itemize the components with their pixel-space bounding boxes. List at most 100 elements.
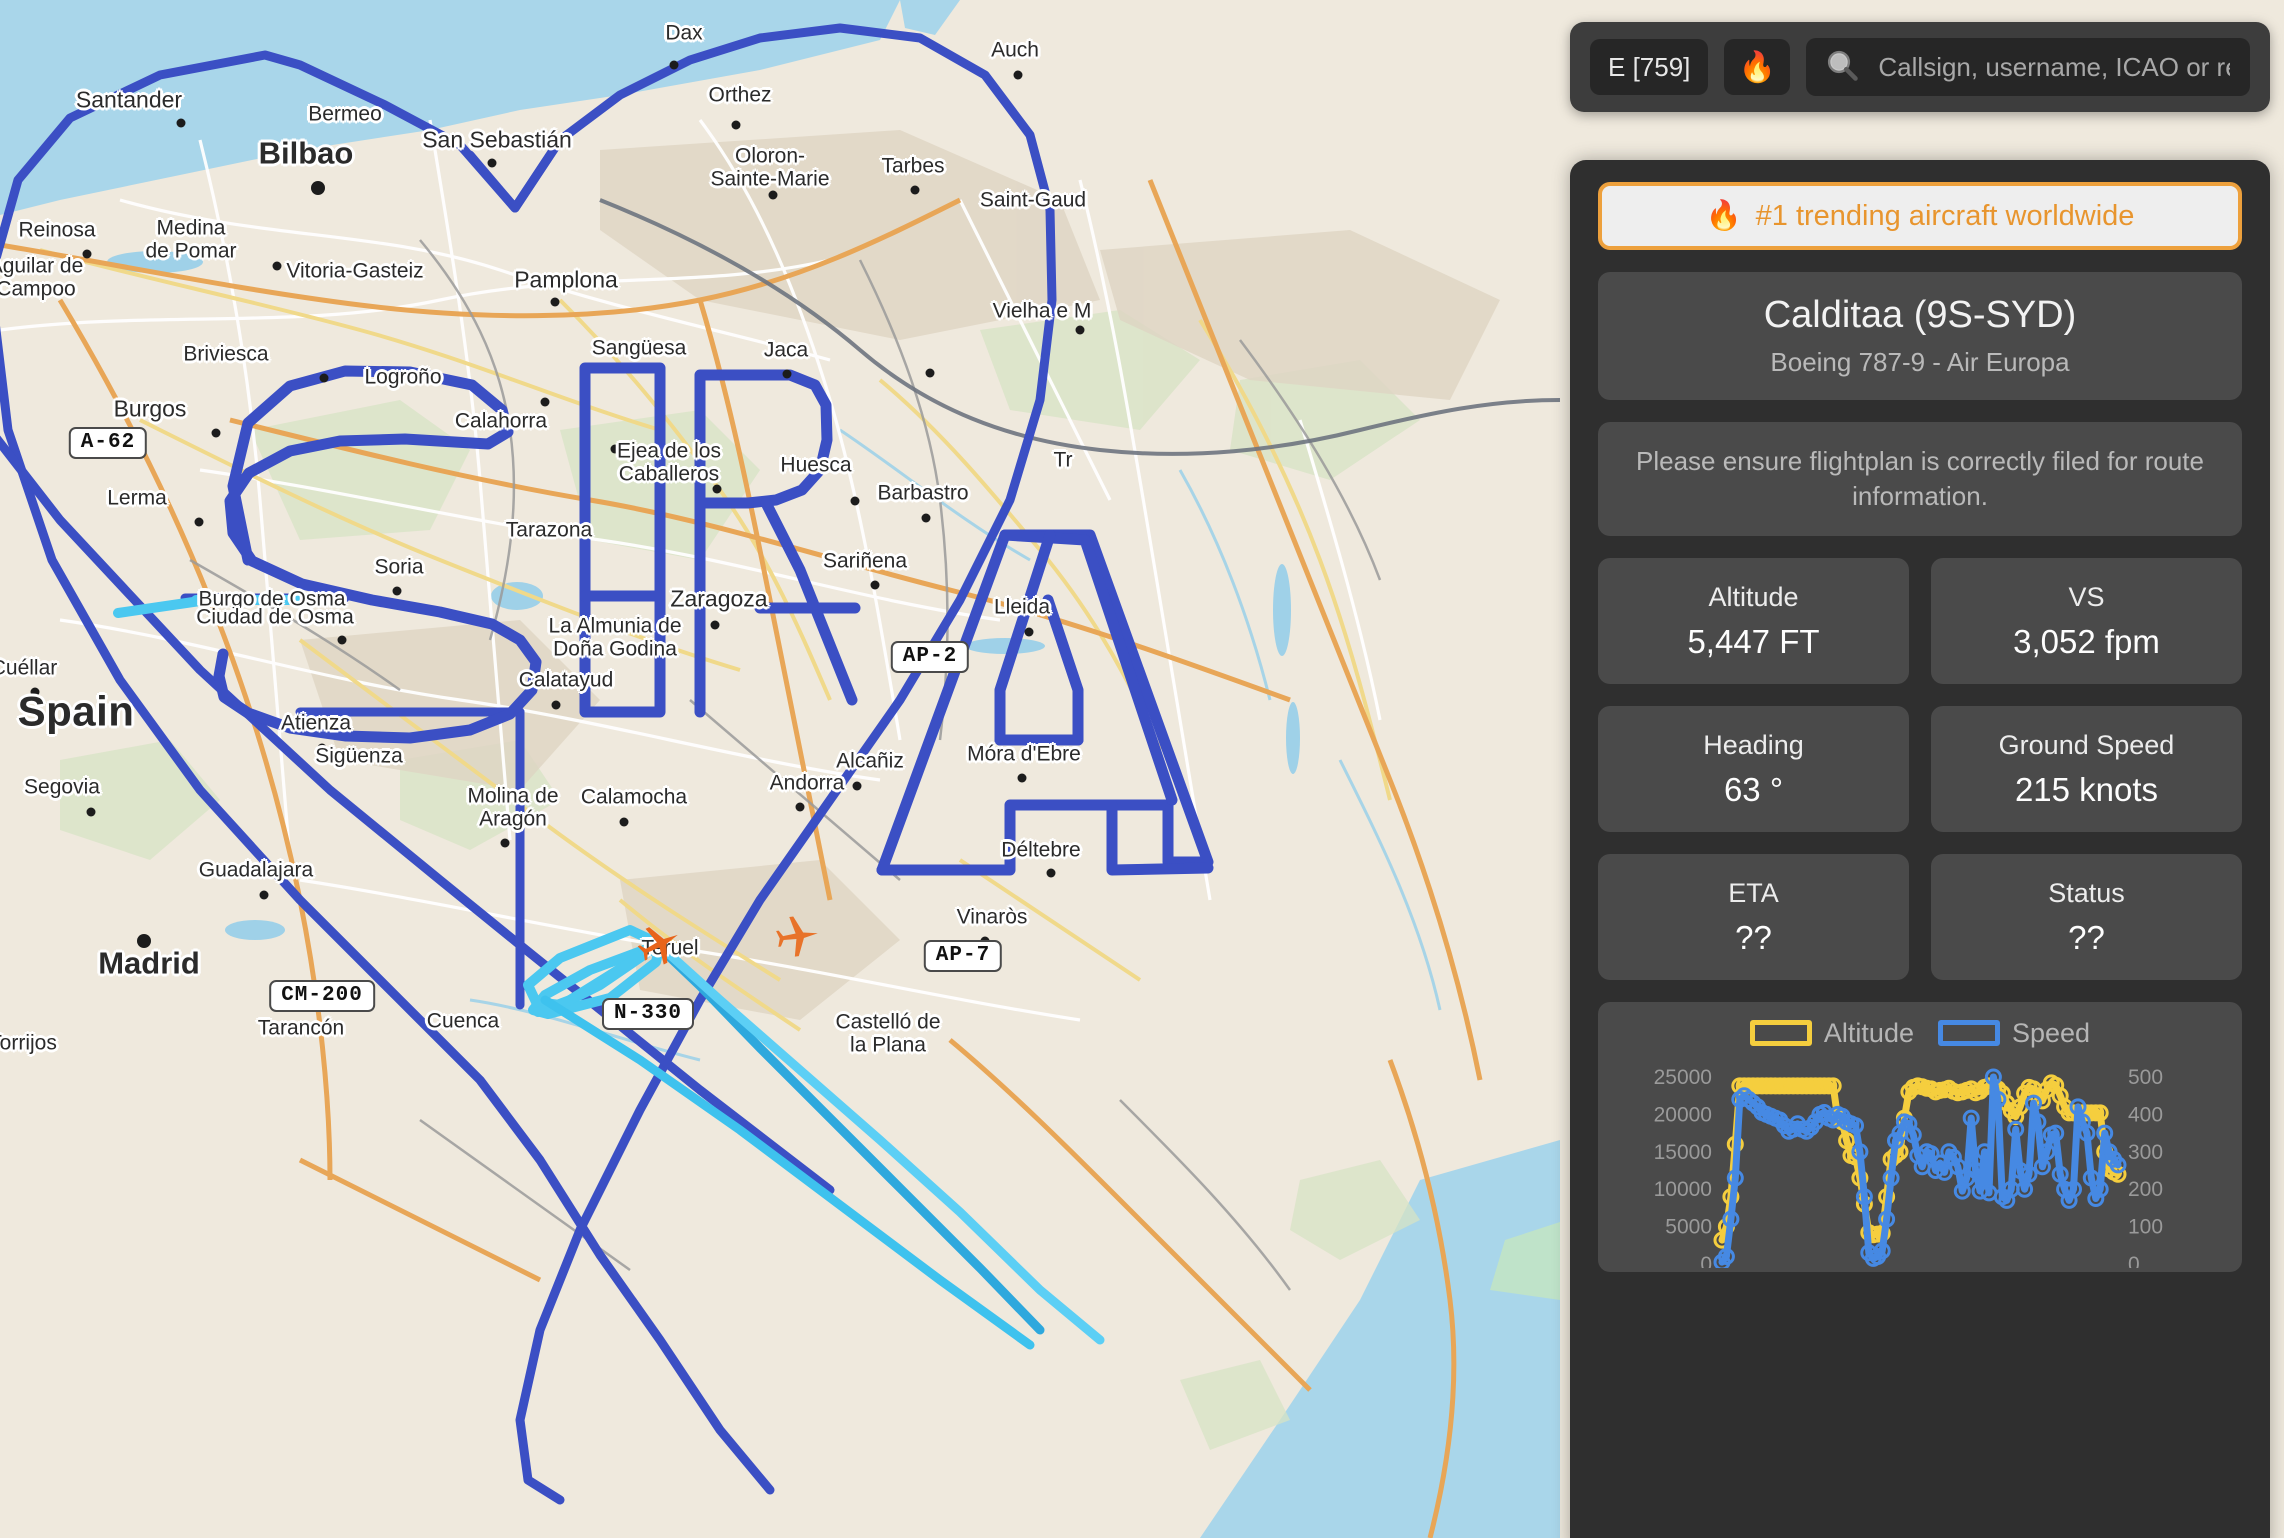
svg-text:25000: 25000	[1654, 1066, 1712, 1089]
stat-ground-speed: Ground Speed 215 knots	[1931, 706, 2242, 833]
city-dot	[550, 297, 560, 307]
city-dot	[540, 397, 550, 407]
stat-label: Altitude	[1708, 581, 1799, 612]
chart-legend: Altitude Speed	[1604, 1012, 2236, 1054]
city-dot	[610, 444, 620, 454]
svg-text:20000: 20000	[1654, 1104, 1712, 1127]
stat-label: Heading	[1703, 729, 1804, 760]
road-shield: A-62	[68, 427, 148, 459]
city-dot	[795, 802, 805, 812]
stat-label: Status	[2048, 877, 2125, 908]
stat-value: 215 knots	[2014, 770, 2159, 808]
stat-altitude: Altitude 5,447 FT	[1598, 558, 1909, 685]
legend-swatch-altitude	[1749, 1020, 1812, 1047]
city-dot	[272, 261, 282, 271]
city-dot	[176, 118, 186, 128]
city-dot	[1017, 773, 1027, 783]
city-dot	[710, 620, 720, 630]
stat-label: VS	[2068, 581, 2105, 612]
svg-text:400: 400	[2128, 1104, 2163, 1127]
city-dot	[910, 185, 920, 195]
city-dot	[1046, 868, 1056, 878]
road-shield: N-330	[601, 998, 695, 1030]
legend-label-altitude: Altitude	[1823, 1017, 1914, 1048]
altitude-speed-chart-card: Altitude Speed 0 5000 10000 15000 20000 25000…	[1598, 1002, 2242, 1273]
city-dot	[500, 838, 510, 848]
svg-text:0: 0	[2128, 1253, 2140, 1268]
city-dot	[768, 190, 778, 200]
stat-label: ETA	[1728, 877, 1779, 908]
stat-status: Status ??	[1931, 854, 2242, 981]
stat-eta: ETA ??	[1598, 854, 1909, 981]
city-dot	[850, 496, 860, 506]
svg-text:300: 300	[2128, 1141, 2163, 1164]
svg-text:200: 200	[2128, 1178, 2163, 1201]
legend-swatch-speed	[1937, 1020, 2000, 1047]
elevation-button[interactable]: E [759]	[1590, 39, 1709, 95]
stat-value: ??	[1735, 918, 1772, 956]
city-dot	[211, 428, 221, 438]
legend-label-speed: Speed	[2011, 1017, 2091, 1048]
city-dot	[1013, 70, 1023, 80]
aircraft-identity-card: Calditaa (9S-SYD) Boeing 787-9 - Air Eur…	[1598, 272, 2242, 400]
aircraft-name: Calditaa (9S-SYD)	[1763, 294, 2077, 336]
city-dot	[712, 484, 722, 494]
aircraft-info-panel: 🔥 #1 trending aircraft worldwide Caldita…	[1570, 160, 2270, 1538]
city-dot	[194, 517, 204, 527]
city-dot	[311, 181, 325, 195]
magnifier-icon	[1824, 47, 1860, 88]
city-dot	[259, 890, 269, 900]
legend-item-altitude[interactable]: Altitude	[1749, 1017, 1914, 1049]
stat-vs: VS 3,052 fpm	[1931, 558, 2242, 685]
svg-text:5000: 5000	[1665, 1216, 1712, 1239]
road-shield: AP-7	[923, 940, 1003, 972]
stat-label: Ground Speed	[1998, 729, 2175, 760]
flightplan-notice-card: Please ensure flightplan is correctly fi…	[1598, 422, 2242, 537]
svg-text:500: 500	[2128, 1066, 2163, 1089]
fire-icon[interactable]: 🔥	[1724, 39, 1791, 95]
city-dot	[551, 700, 561, 710]
city-dot	[317, 743, 327, 753]
city-dot	[619, 817, 629, 827]
city-dot	[731, 120, 741, 130]
stat-value: ??	[2068, 918, 2105, 956]
trending-banner[interactable]: 🔥 #1 trending aircraft worldwide	[1598, 182, 2242, 250]
chart-plot-area[interactable]: 0 5000 10000 15000 20000 25000 0 100 200 300 400 50…	[1604, 1054, 2236, 1269]
stat-value: 5,447 FT	[1687, 622, 1820, 660]
city-dot	[82, 249, 92, 259]
city-dot	[30, 687, 40, 697]
city-dot	[1075, 325, 1085, 335]
top-search-bar: E [759] 🔥	[1570, 22, 2270, 112]
stat-value: 3,052 fpm	[2013, 622, 2160, 660]
svg-text:10000: 10000	[1654, 1178, 1712, 1201]
city-dot	[1024, 627, 1034, 637]
fire-icon: 🔥	[1705, 200, 1742, 232]
city-dot	[921, 513, 931, 523]
search-input[interactable]	[1876, 50, 2232, 84]
city-dot	[337, 635, 347, 645]
city-dot	[319, 373, 329, 383]
legend-item-speed[interactable]: Speed	[1937, 1017, 2091, 1049]
city-dot	[925, 368, 935, 378]
road-shield: AP-2	[890, 641, 970, 673]
stat-heading: Heading 63 °	[1598, 706, 1909, 833]
city-dot	[782, 369, 792, 379]
stat-value: 63 °	[1723, 770, 1784, 808]
aircraft-type-operator: Boeing 787-9 - Air Europa	[1770, 347, 2070, 377]
app-root: Santander Bermeo Bilbao San Sebastián Dax Ort…	[0, 0, 2284, 1538]
city-dot	[86, 807, 96, 817]
city-dot	[852, 781, 862, 791]
city-dot	[137, 934, 151, 948]
city-dot	[392, 586, 402, 596]
stats-grid: Altitude 5,447 FT VS 3,052 fpm Heading 6…	[1598, 558, 2242, 981]
road-shield: CM-200	[269, 980, 375, 1012]
search-field[interactable]	[1806, 38, 2250, 96]
svg-text:100: 100	[2128, 1216, 2163, 1239]
city-dot	[487, 158, 497, 168]
svg-text:15000: 15000	[1654, 1141, 1712, 1164]
trending-banner-label: #1 trending aircraft worldwide	[1755, 199, 2135, 232]
flightplan-notice-text: Please ensure flightplan is correctly fi…	[1636, 446, 2204, 512]
city-dot	[669, 60, 679, 70]
city-dot	[870, 580, 880, 590]
svg-text:0: 0	[1700, 1253, 1712, 1268]
